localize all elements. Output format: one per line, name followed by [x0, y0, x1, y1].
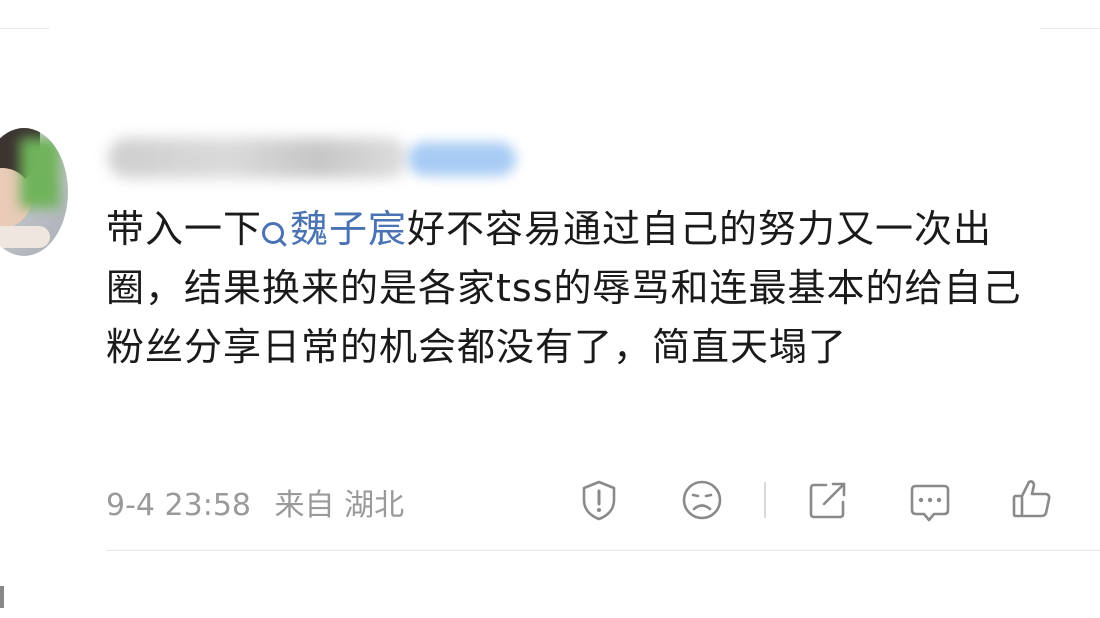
topic-link[interactable]: 魏子宸 [262, 207, 407, 251]
post-meta: 9-4 23:58 来自 湖北 [106, 480, 418, 524]
post-date: 9-4 23:58 [106, 488, 251, 523]
post-content: 带入一下 魏子宸好不容易通过自己的努力又一次出圈，结果换来的是各家tss的辱骂和连… [106, 200, 1056, 377]
comment-bubble-icon[interactable] [908, 480, 952, 524]
top-divider [0, 28, 50, 29]
share-arrow-icon[interactable] [806, 478, 850, 522]
search-icon [262, 222, 285, 244]
avatar-background [20, 138, 60, 208]
avatar-arm [0, 226, 50, 248]
topic-label: 魏子宸 [290, 207, 408, 251]
exclamation-shield-icon[interactable] [577, 478, 621, 522]
next-post-edge [0, 586, 4, 608]
post-divider [106, 550, 1100, 551]
thumbs-up-icon[interactable] [1010, 476, 1054, 520]
top-divider-right [1040, 28, 1100, 29]
frown-face-icon[interactable] [680, 478, 724, 522]
post-source: 来自 湖北 [274, 488, 405, 523]
username-blurred[interactable] [108, 138, 408, 178]
action-separator [764, 482, 766, 518]
user-badge-blurred[interactable] [408, 142, 516, 176]
avatar[interactable] [0, 128, 68, 256]
content-before-topic: 带入一下 [106, 207, 263, 251]
